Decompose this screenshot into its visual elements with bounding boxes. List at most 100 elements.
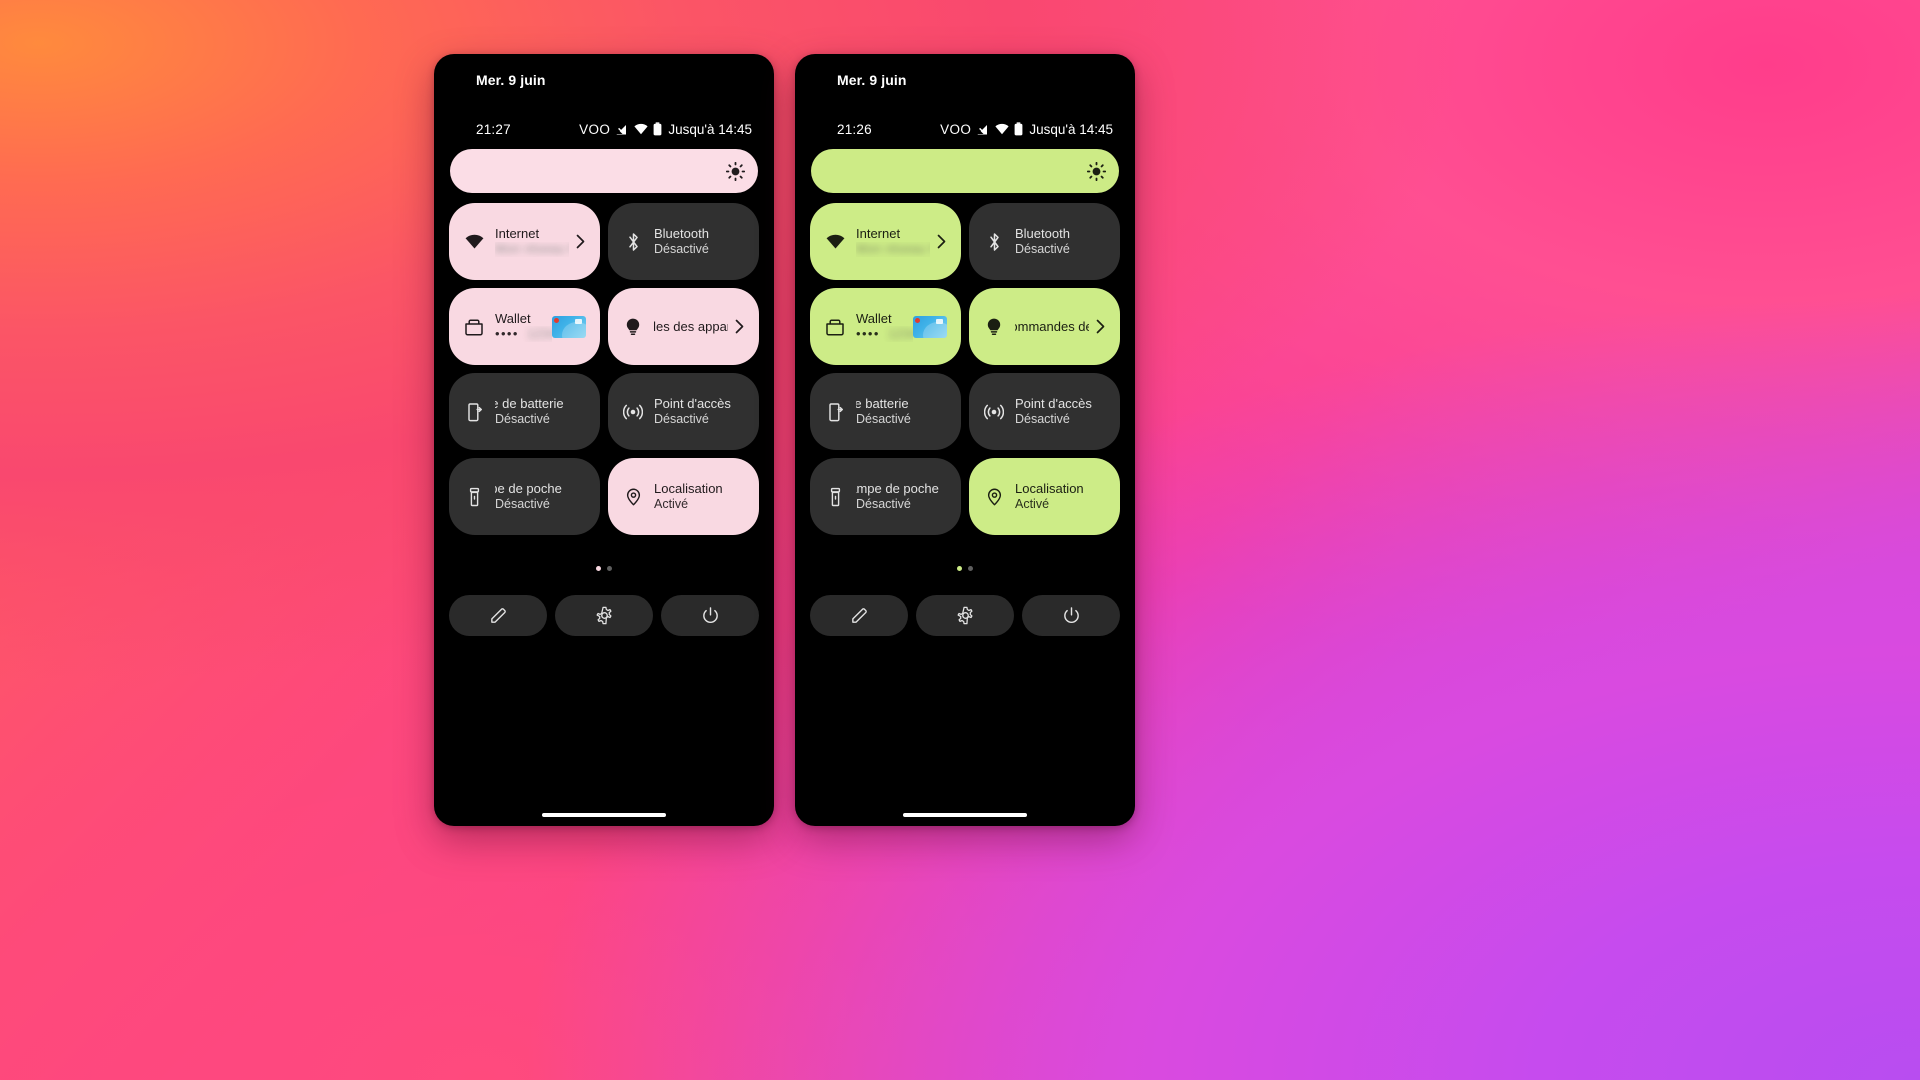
flashlight-icon [461,487,487,507]
pencil-icon [489,606,508,625]
tile-device-controls[interactable]: Commandes des appareils [969,288,1120,365]
gear-icon [956,606,975,625]
wallet-card-thumbnail [552,315,586,338]
page-dot-active[interactable] [957,566,962,571]
tile-flashlight-label: Lampe de poche [856,481,939,497]
tile-location-label: Localisation [654,481,723,497]
cellular-signal-icon [615,123,629,136]
tile-location-state: Activé [1015,496,1050,511]
chevron-right-icon[interactable] [1095,319,1106,334]
tile-location[interactable]: Localisation Activé [608,458,759,535]
gesture-nav-bar[interactable] [903,813,1027,817]
tile-bluetooth-state: Désactivé [1015,241,1070,256]
tile-flashlight[interactable]: Lampe de poche Désactivé [449,458,600,535]
tile-wallet-label: Wallet [495,311,531,327]
power-button[interactable] [1022,595,1120,636]
tile-wallet[interactable]: Wallet •••• 1234 [810,288,961,365]
battery-icon [653,122,662,136]
tile-battery-share-label: Partage de batterie [495,396,564,412]
flashlight-icon [822,487,848,507]
page-dot-inactive[interactable] [968,566,973,571]
hotspot-icon [981,402,1007,422]
tile-bluetooth-state: Désactivé [654,241,709,256]
tile-flashlight-state: Désactivé [495,497,550,512]
tile-device-controls-label: Commandes des appareils [654,318,728,334]
page-indicator [795,566,1135,571]
tile-battery-share[interactable]: Partage de batterie Désactivé [810,373,961,450]
tile-bluetooth[interactable]: Bluetooth Désactivé [969,203,1120,280]
tile-internet[interactable]: Internet Mon réseau WiFi P [449,203,600,280]
tile-internet-label: Internet [495,226,540,242]
status-carrier: VOO [579,121,611,137]
location-pin-icon [981,487,1007,507]
status-carrier: VOO [940,121,972,137]
tile-internet[interactable]: Internet Mon réseau WiFi [810,203,961,280]
tile-device-controls-label: Commandes des appareils [1015,318,1089,334]
lockscreen-date: Mer. 9 juin [837,72,907,88]
quick-settings-grid: Internet Mon réseau WiFi [810,203,1120,535]
hotspot-icon [620,402,646,422]
battery-share-icon [822,402,848,422]
power-icon [701,606,720,625]
battery-estimate-text: Jusqu'à 14:45 [668,121,752,137]
chevron-right-icon[interactable] [936,234,947,249]
tile-hotspot-state: Désactivé [654,411,709,426]
battery-estimate-text: Jusqu'à 14:45 [1029,121,1113,137]
tile-hotspot[interactable]: Point d'accès Désactivé [608,373,759,450]
bluetooth-icon [620,232,646,252]
wallet-icon [822,318,848,336]
chevron-right-icon[interactable] [734,319,745,334]
edit-tiles-button[interactable] [810,595,908,636]
tile-internet-network: Mon réseau WiFi P [495,241,569,256]
tile-hotspot[interactable]: Point d'accès Désactivé [969,373,1120,450]
tile-flashlight-label: Lampe de poche [495,481,562,497]
brightness-sun-icon [1087,161,1106,181]
wifi-icon [995,123,1009,135]
wifi-icon [634,123,648,135]
tile-battery-share-state: Désactivé [495,412,550,427]
tile-battery-share-state: Désactivé [856,412,911,427]
brightness-slider[interactable] [811,149,1119,193]
tile-bluetooth[interactable]: Bluetooth Désactivé [608,203,759,280]
tile-flashlight-state: Désactivé [856,497,911,512]
tile-battery-share-label: Partage de batterie [856,396,909,412]
tile-location-label: Localisation [1015,481,1084,497]
wallet-icon [461,318,487,336]
page-indicator [434,566,774,571]
settings-button[interactable] [555,595,653,636]
tile-internet-label: Internet [856,226,901,242]
wallpaper-stage: Mer. 9 juin 21:27 VOO Jusqu'à 14:45 Inte… [0,0,1920,1080]
lockscreen-date: Mer. 9 juin [476,72,546,88]
gesture-nav-bar[interactable] [542,813,666,817]
pencil-icon [850,606,869,625]
chevron-right-icon[interactable] [575,234,586,249]
tile-device-controls[interactable]: Commandes des appareils [608,288,759,365]
wifi-icon [461,234,487,250]
settings-button[interactable] [916,595,1014,636]
brightness-sun-icon [726,161,745,181]
page-dot-inactive[interactable] [607,566,612,571]
tile-location-state: Activé [654,496,689,511]
page-dot-active[interactable] [596,566,601,571]
tile-hotspot-label: Point d'accès [1015,396,1092,412]
tile-battery-share[interactable]: Partage de batterie Désactivé [449,373,600,450]
power-button[interactable] [661,595,759,636]
edit-tiles-button[interactable] [449,595,547,636]
tile-wallet-card-number: •••• 1234 [495,326,552,342]
tile-location[interactable]: Localisation Activé [969,458,1120,535]
power-icon [1062,606,1081,625]
phone-panel-right: Mer. 9 juin 21:26 VOO Jusqu'à 14:45 Inte… [795,54,1135,826]
tile-flashlight[interactable]: Lampe de poche Désactivé [810,458,961,535]
quick-settings-footer [810,595,1120,636]
phone-panel-left: Mer. 9 juin 21:27 VOO Jusqu'à 14:45 Inte… [434,54,774,826]
location-pin-icon [620,487,646,507]
status-clock: 21:27 [476,121,511,137]
tile-bluetooth-label: Bluetooth [1015,226,1070,242]
battery-icon [1014,122,1023,136]
tile-internet-network: Mon réseau WiFi [856,241,930,256]
gear-icon [595,606,614,625]
bluetooth-icon [981,232,1007,252]
tile-wallet[interactable]: Wallet •••• 1234 [449,288,600,365]
brightness-slider[interactable] [450,149,758,193]
quick-settings-grid: Internet Mon réseau WiFi P [449,203,759,535]
